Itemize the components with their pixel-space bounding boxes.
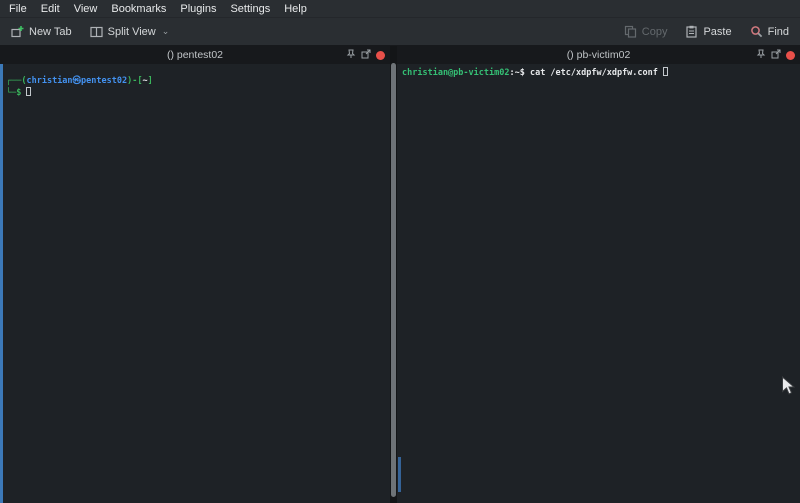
menu-bookmarks[interactable]: Bookmarks [104,0,173,17]
find-icon [750,25,763,38]
prompt-user-host: christian@pb-victim02 [402,68,509,78]
right-tab-title: () pb-victim02 [397,49,800,61]
splitter-handle[interactable] [391,63,396,497]
menu-file[interactable]: File [2,0,34,17]
close-split-button[interactable] [786,51,795,60]
terminal-prompt-line-1: ┌──(christian㉿pentest02)-[~] [6,76,390,87]
paste-label: Paste [703,26,731,38]
toolbar-left-group: New Tab Split View ⌄ [6,22,174,41]
right-tab-actions [756,46,800,64]
right-terminal-scrollbar[interactable] [398,457,401,492]
text-cursor [26,87,31,96]
left-tab-bar: () pentest02 [0,46,390,64]
menu-view[interactable]: View [67,0,105,17]
pin-icon[interactable] [756,46,766,64]
menu-plugins[interactable]: Plugins [173,0,223,17]
menu-bar: File Edit View Bookmarks Plugins Setting… [0,0,800,18]
detach-tab-icon[interactable] [361,46,371,64]
chevron-down-icon: ⌄ [162,27,170,36]
prompt-frame-open: ┌──( [6,76,26,86]
copy-button[interactable]: Copy [619,22,673,41]
find-label: Find [768,26,789,38]
menu-help[interactable]: Help [277,0,314,17]
left-pane: () pentest02 [0,46,390,503]
left-tab-actions [346,46,390,64]
menu-settings[interactable]: Settings [223,0,277,17]
paste-button[interactable]: Paste [680,22,736,41]
close-split-button[interactable] [376,51,385,60]
right-terminal[interactable]: christian@pb-victim02:~$ cat /etc/xdpfw/… [397,64,800,503]
prompt-frame-mid: )-[ [127,76,142,86]
left-terminal[interactable]: ┌──(christian㉿pentest02)-[~] └─$ [0,64,390,503]
right-tab-bar: () pb-victim02 [397,46,800,64]
prompt-user-host: christian㉿pentest02 [26,76,127,86]
split-view-label: Split View [108,26,156,38]
new-tab-label: New Tab [29,26,72,38]
main-toolbar: New Tab Split View ⌄ [0,18,800,46]
split-container: () pentest02 [0,46,800,503]
detach-tab-icon[interactable] [771,46,781,64]
left-terminal-scrollbar[interactable] [0,64,3,503]
prompt-frame-close: ] [148,76,153,86]
left-tab-title: () pentest02 [0,49,390,61]
toolbar-right-group: Copy Paste [619,22,794,41]
pin-icon[interactable] [346,46,356,64]
split-view-button[interactable]: Split View ⌄ [85,23,175,41]
right-pane: () pb-victim02 [397,46,800,503]
new-tab-icon [11,25,24,38]
new-tab-button[interactable]: New Tab [6,22,77,41]
terminal-prompt-line-2: └─$ [6,87,390,99]
typed-command: cat /etc/xdpfw/xdpfw.conf [530,68,658,78]
paste-icon [685,25,698,38]
prompt-separator: :~$ [509,68,529,78]
pane-splitter [390,46,397,503]
mouse-cursor [781,376,795,401]
copy-label: Copy [642,26,668,38]
text-cursor [663,67,668,76]
find-button[interactable]: Find [745,22,794,41]
menu-edit[interactable]: Edit [34,0,67,17]
konsole-window: File Edit View Bookmarks Plugins Setting… [0,0,800,503]
prompt-dollar: └─$ [6,88,21,98]
copy-icon [624,25,637,38]
split-view-icon [90,26,103,38]
terminal-prompt-line: christian@pb-victim02:~$ cat /etc/xdpfw/… [402,67,800,79]
